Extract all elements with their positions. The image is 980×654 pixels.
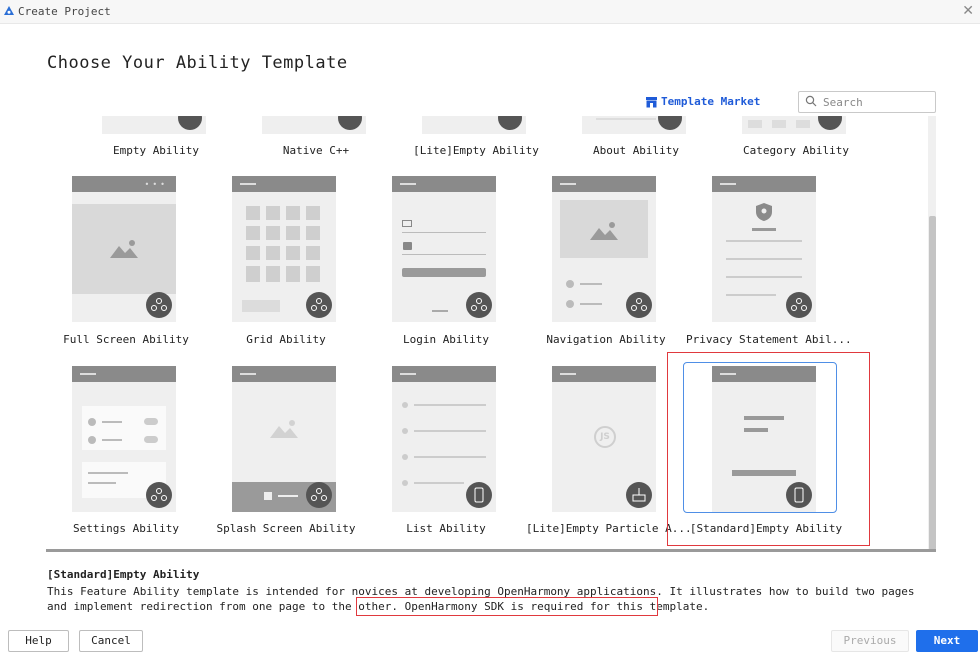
template-market-link[interactable]: Template Market <box>645 95 760 108</box>
template-label: Settings Ability <box>73 522 179 535</box>
search-box[interactable] <box>798 91 936 113</box>
phone-device-icon <box>306 482 332 508</box>
divider <box>46 549 936 552</box>
phone-device-icon <box>466 292 492 318</box>
template-thumbnail <box>712 176 816 322</box>
template-thumbnail <box>232 366 336 512</box>
shield-icon <box>756 203 772 221</box>
template-card-splash-screen-ability[interactable]: Splash Screen Ability <box>206 366 366 541</box>
template-label: Login Ability <box>402 333 490 346</box>
phone-device-icon <box>178 116 202 130</box>
template-card-about-ability[interactable]: About Ability <box>556 116 716 161</box>
template-label: About Ability <box>592 144 680 157</box>
template-label: [Lite]Empty Particle A... <box>526 522 692 535</box>
phone-device-icon <box>818 116 842 130</box>
phone-device-icon <box>146 482 172 508</box>
phone-device-icon <box>146 292 172 318</box>
phone-device-icon <box>338 116 362 130</box>
template-card-native-cpp[interactable]: Native C++ <box>236 116 396 161</box>
template-thumbnail <box>262 116 366 134</box>
phone-device-icon <box>658 116 682 130</box>
template-card-full-screen-ability[interactable]: ••• Full Screen Ability <box>46 176 206 351</box>
template-label: [Lite]Empty Ability <box>413 144 539 157</box>
window-title: Create Project <box>18 5 111 18</box>
template-label: Full Screen Ability <box>63 333 189 346</box>
page-title: Choose Your Ability Template <box>47 53 348 73</box>
template-thumbnail: ••• <box>72 176 176 322</box>
phone-device-icon <box>466 482 492 508</box>
previous-button[interactable]: Previous <box>831 630 909 652</box>
template-thumbnail <box>232 176 336 322</box>
search-input[interactable] <box>823 94 931 110</box>
close-icon[interactable]: ✕ <box>962 3 974 19</box>
template-thumbnail: JS <box>552 366 656 512</box>
template-card-privacy-statement-ability[interactable]: Privacy Statement Abil... <box>686 176 852 351</box>
template-label: List Ability <box>406 522 486 535</box>
template-card-lite-empty-particle-ability[interactable]: JS [Lite]Empty Particle A... <box>526 366 692 541</box>
template-card-category-ability[interactable]: Category Ability <box>716 116 876 161</box>
scrollbar-thumb[interactable] <box>929 216 936 550</box>
search-icon <box>805 95 817 107</box>
harmony-logo-icon <box>4 6 14 15</box>
store-icon <box>646 96 657 107</box>
phone-device-icon <box>626 292 652 318</box>
template-card-navigation-ability[interactable]: Navigation Ability <box>526 176 686 351</box>
cancel-button[interactable]: Cancel <box>79 630 143 652</box>
template-label: Splash Screen Ability <box>216 522 356 535</box>
template-card-list-ability[interactable]: List Ability <box>366 366 526 541</box>
description-title: [Standard]Empty Ability <box>47 568 200 581</box>
template-label: Empty Ability <box>112 144 200 157</box>
template-card-lite-empty-ability[interactable]: [Lite]Empty Ability <box>396 116 556 161</box>
javascript-icon: JS <box>594 426 616 448</box>
template-card-empty-ability[interactable]: Empty Ability <box>76 116 236 161</box>
highlight-box <box>667 352 870 546</box>
next-button[interactable]: Next <box>916 630 978 652</box>
template-label: Grid Ability <box>246 333 326 346</box>
template-thumbnail <box>552 176 656 322</box>
template-card-grid-ability[interactable]: Grid Ability <box>206 176 366 351</box>
help-button[interactable]: Help <box>8 630 69 652</box>
requirement-highlight-box <box>356 597 658 616</box>
template-market-label: Template Market <box>661 95 761 108</box>
phone-device-icon <box>306 292 332 318</box>
template-label: Category Ability <box>743 144 849 157</box>
template-thumbnail <box>392 366 496 512</box>
template-card-settings-ability[interactable]: Settings Ability <box>46 366 206 541</box>
template-thumbnail <box>742 116 846 134</box>
template-thumbnail <box>582 116 686 134</box>
template-label: Navigation Ability <box>546 333 666 346</box>
template-thumbnail <box>422 116 526 134</box>
template-thumbnail <box>392 176 496 322</box>
title-bar: Create Project ✕ <box>0 0 980 24</box>
image-placeholder-icon <box>110 240 138 258</box>
router-device-icon <box>626 482 652 508</box>
phone-device-icon <box>498 116 522 130</box>
template-thumbnail <box>72 366 176 512</box>
template-label: Privacy Statement Abil... <box>686 333 852 346</box>
template-label: Native C++ <box>282 144 350 157</box>
phone-device-icon <box>786 292 812 318</box>
template-thumbnail <box>102 116 206 134</box>
template-card-login-ability[interactable]: Login Ability <box>366 176 526 351</box>
